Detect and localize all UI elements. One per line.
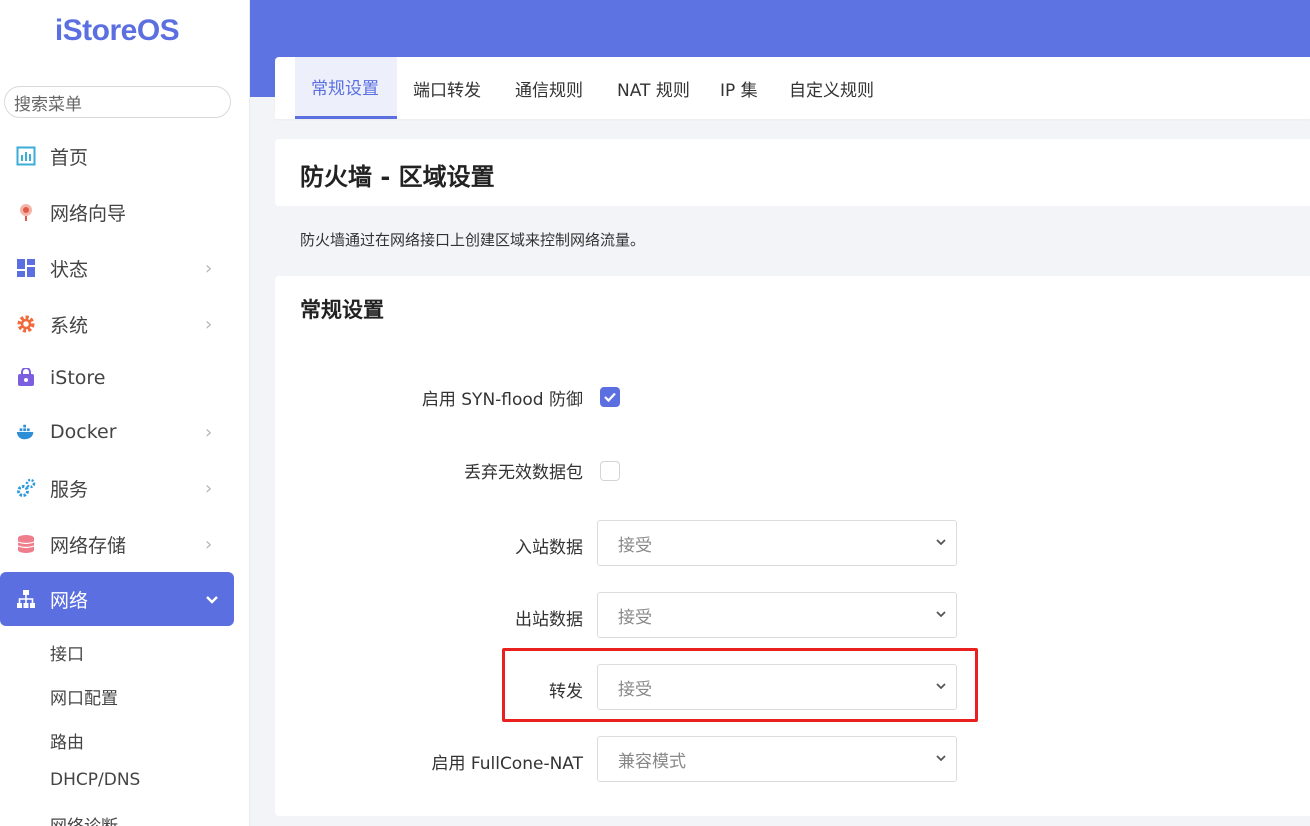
services-cog-icon [16, 478, 36, 498]
tab-bar: 常规设置 端口转发 通信规则 NAT 规则 IP 集 自定义规则 [275, 57, 1310, 119]
section-title: 常规设置 [300, 298, 384, 322]
status-grid-icon [16, 258, 36, 278]
chevron-down-icon [205, 589, 219, 610]
fullcone-nat-label: 启用 FullCone-NAT [431, 754, 583, 774]
sidebar-item-services[interactable]: 服务 › [0, 461, 234, 515]
tab-general-settings[interactable]: 常规设置 [295, 57, 397, 119]
sidebar-item-system[interactable]: 系统 › [0, 297, 234, 351]
checkmark-icon [604, 392, 616, 403]
sidebar-item-label: 系统 [50, 314, 89, 337]
general-settings-section: 常规设置 启用 SYN-flood 防御 丢弃无效数据包 入站数据 接受 出站数… [275, 276, 1310, 816]
store-bag-icon [16, 368, 36, 388]
syn-flood-label: 启用 SYN-flood 防御 [421, 390, 583, 410]
dashboard-icon [16, 146, 36, 166]
page-title: 防火墙 - 区域设置 [300, 163, 495, 191]
syn-flood-checkbox[interactable] [600, 387, 620, 407]
sidebar-item-network-wizard[interactable]: 网络向导 [0, 185, 234, 239]
sidebar-item-label: 首页 [50, 146, 89, 169]
tab-traffic-rules[interactable]: 通信规则 [499, 57, 599, 119]
chevron-right-icon: › [205, 421, 213, 443]
docker-icon [16, 422, 36, 442]
select-value: 接受 [618, 607, 652, 628]
chevron-right-icon: › [205, 257, 213, 279]
sidebar-item-network[interactable]: 网络 [0, 572, 234, 626]
sidebar-subitem-routes[interactable]: 路由 [50, 728, 84, 753]
input-policy-label: 入站数据 [515, 538, 583, 558]
page-description: 防火墙通过在网络接口上创建区域来控制网络流量。 [300, 231, 646, 249]
chevron-right-icon: › [205, 533, 213, 555]
sidebar-item-istore[interactable]: iStore [0, 351, 234, 405]
tab-port-forwarding[interactable]: 端口转发 [397, 57, 497, 119]
highlight-box [502, 648, 978, 722]
tab-ip-sets[interactable]: IP 集 [704, 57, 774, 119]
tab-custom-rules[interactable]: 自定义规则 [773, 57, 890, 119]
sidebar-item-network-storage[interactable]: 网络存储 › [0, 517, 234, 571]
network-tree-icon [16, 589, 36, 609]
chevron-down-icon [934, 750, 948, 770]
page-title-card: 防火墙 - 区域设置 [275, 139, 1310, 206]
sidebar-item-label: 服务 [50, 478, 89, 501]
sidebar-item-label: 状态 [50, 258, 89, 281]
drop-invalid-checkbox[interactable] [600, 461, 620, 481]
search-placeholder: 搜索菜单 [14, 94, 82, 115]
gear-icon [16, 314, 36, 334]
sidebar-item-status[interactable]: 状态 › [0, 241, 234, 295]
app-logo[interactable]: iStoreOS [0, 14, 234, 48]
chevron-right-icon: › [205, 313, 213, 335]
tab-nat-rules[interactable]: NAT 规则 [601, 57, 706, 119]
wizard-icon [16, 202, 36, 222]
output-policy-label: 出站数据 [515, 610, 583, 630]
sidebar-item-label: 网络 [50, 589, 89, 612]
sidebar-item-label: 网络向导 [50, 202, 127, 225]
chevron-right-icon: › [205, 477, 213, 499]
sidebar-subitem-dhcp-dns[interactable]: DHCP/DNS [50, 770, 140, 790]
fullcone-nat-select[interactable]: 兼容模式 [597, 736, 957, 782]
sidebar-item-label: iStore [50, 367, 106, 389]
chevron-down-icon [934, 534, 948, 554]
chevron-down-icon [934, 606, 948, 626]
sidebar-subitem-interfaces[interactable]: 接口 [50, 640, 84, 665]
drop-invalid-label: 丢弃无效数据包 [464, 463, 583, 483]
storage-db-icon [16, 534, 36, 554]
output-policy-select[interactable]: 接受 [597, 592, 957, 638]
input-policy-select[interactable]: 接受 [597, 520, 957, 566]
select-value: 接受 [618, 535, 652, 556]
sidebar: iStoreOS 搜索菜单 首页 网络向导 状态 › 系统 › iStore D… [0, 0, 250, 826]
search-menu-input[interactable]: 搜索菜单 [4, 86, 231, 118]
sidebar-item-home[interactable]: 首页 [0, 129, 234, 183]
sidebar-item-label: Docker [50, 421, 117, 443]
sidebar-item-label: 网络存储 [50, 534, 127, 557]
sidebar-subitem-diagnostics[interactable]: 网络诊断 [50, 812, 118, 826]
sidebar-item-docker[interactable]: Docker › [0, 405, 234, 459]
select-value: 兼容模式 [618, 751, 686, 772]
sidebar-subitem-port-config[interactable]: 网口配置 [50, 684, 118, 709]
